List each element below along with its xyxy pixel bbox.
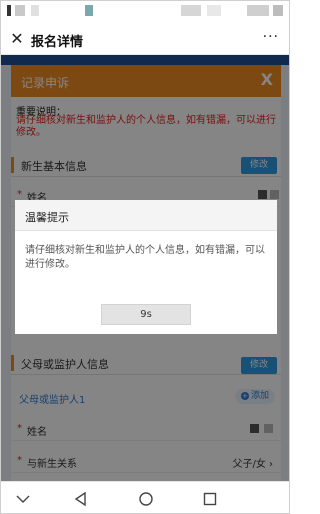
chevron-down-icon[interactable]: [14, 490, 32, 508]
warm-tip-modal: 温馨提示 请仔细核对新生和监护人的个人信息，如有错漏，可以进行修改。 9s: [15, 200, 277, 334]
back-triangle-icon[interactable]: [72, 490, 90, 508]
status-pixel: [273, 5, 283, 16]
status-pixel: [31, 5, 39, 16]
modal-message: 请仔细核对新生和监护人的个人信息，如有错漏，可以进行修改。: [25, 245, 265, 270]
status-pixel: [207, 5, 221, 16]
countdown-button[interactable]: 9s: [101, 304, 191, 325]
title-bar: ✕ 报名详情 ···: [1, 23, 289, 55]
status-bar: [1, 1, 289, 23]
home-circle-icon[interactable]: [137, 490, 155, 508]
status-pixel: [15, 5, 25, 16]
recents-square-icon[interactable]: [201, 490, 219, 508]
status-pixel: [181, 5, 201, 16]
more-dots-icon[interactable]: ···: [263, 29, 279, 45]
status-pixel: [85, 5, 93, 16]
navigation-bar: [1, 481, 289, 513]
status-pixel: [247, 5, 269, 16]
phone-screen: ✕ 报名详情 ··· 记录申诉 X 重要说明： 请仔细核对新生和监护人的个人信息…: [0, 0, 290, 514]
modal-header: 温馨提示: [15, 200, 277, 231]
close-icon[interactable]: ✕: [10, 29, 24, 48]
status-pixel: [7, 5, 11, 16]
modal-title: 温馨提示: [25, 211, 69, 224]
page-title: 报名详情: [31, 35, 84, 50]
